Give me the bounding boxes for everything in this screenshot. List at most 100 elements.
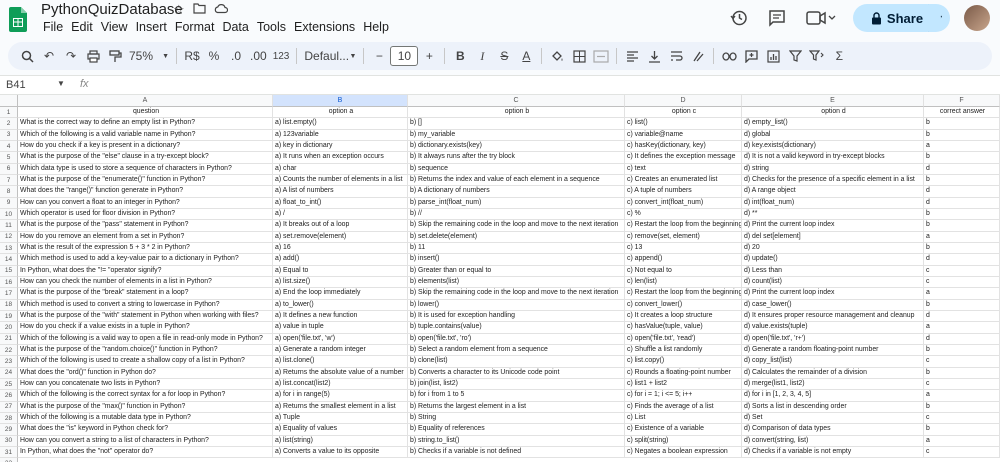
cell-d14[interactable]: c) append() bbox=[625, 254, 742, 266]
row-header-11[interactable]: 11 bbox=[0, 220, 18, 232]
cell-f13[interactable]: b bbox=[924, 242, 1000, 255]
cell-f29[interactable]: b bbox=[924, 424, 1000, 436]
row-header-5[interactable]: 5 bbox=[0, 152, 18, 164]
cell-b18[interactable]: a) to_lower() bbox=[273, 299, 408, 311]
cell-e30[interactable]: d) convert(string, list) bbox=[742, 435, 924, 447]
redo-icon[interactable]: ↷ bbox=[60, 44, 82, 68]
menu-insert[interactable]: Insert bbox=[132, 20, 171, 34]
header-cell-d[interactable]: option c bbox=[625, 107, 742, 119]
cell-f2[interactable]: b bbox=[924, 118, 1000, 130]
cell-e23[interactable]: d) copy_list(list) bbox=[742, 356, 924, 368]
cell-c12[interactable]: b) set.delete(element) bbox=[408, 231, 625, 243]
cell-d18[interactable]: c) convert_lower() bbox=[625, 299, 742, 311]
row-header-26[interactable]: 26 bbox=[0, 390, 18, 402]
filter-views-icon[interactable] bbox=[806, 44, 828, 68]
cell-e19[interactable]: d) It ensures proper resource management… bbox=[742, 310, 924, 323]
cell-d9[interactable]: c) convert_int(float_num) bbox=[625, 197, 742, 209]
cell-d3[interactable]: c) variable@name bbox=[625, 129, 742, 141]
cell-d30[interactable]: c) split(string) bbox=[625, 435, 742, 447]
cell-b5[interactable]: a) It runs when an exception occurs bbox=[273, 152, 408, 164]
cell-a19[interactable]: What is the purpose of the "with" statem… bbox=[18, 310, 273, 323]
decrease-decimal-button[interactable]: .0 bbox=[225, 44, 247, 68]
cell-e6[interactable]: d) string bbox=[742, 163, 924, 175]
cloud-saved-icon[interactable] bbox=[214, 2, 228, 18]
cell-f3[interactable]: b bbox=[924, 129, 1000, 141]
header-cell-a[interactable]: question bbox=[18, 107, 273, 119]
cell-e20[interactable]: d) value.exists(tuple) bbox=[742, 322, 924, 334]
cell-f6[interactable]: d bbox=[924, 163, 1000, 175]
italic-button[interactable]: I bbox=[471, 44, 493, 68]
cell-d13[interactable]: c) 13 bbox=[625, 242, 742, 255]
search-menus-icon[interactable] bbox=[16, 44, 38, 68]
document-title[interactable]: PythonQuizDatabase bbox=[41, 1, 183, 18]
cell-e18[interactable]: d) case_lower() bbox=[742, 299, 924, 311]
cell-e17[interactable]: d) Print the current loop index bbox=[742, 288, 924, 300]
horizontal-align-icon[interactable] bbox=[621, 44, 643, 68]
font-size-decrease-button[interactable]: − bbox=[368, 44, 390, 68]
cell-f4[interactable]: a bbox=[924, 140, 1000, 153]
cell-e13[interactable]: d) 20 bbox=[742, 242, 924, 255]
row-header-4[interactable]: 4 bbox=[0, 140, 18, 153]
row-header-8[interactable]: 8 bbox=[0, 186, 18, 198]
row-header-14[interactable]: 14 bbox=[0, 254, 18, 266]
cell-a17[interactable]: What is the purpose of the "break" state… bbox=[18, 288, 273, 300]
cell-f28[interactable]: c bbox=[924, 412, 1000, 425]
cell-b3[interactable]: a) 123variable bbox=[273, 129, 408, 141]
cell-a18[interactable]: Which method is used to convert a string… bbox=[18, 299, 273, 311]
cell-b30[interactable]: a) list(string) bbox=[273, 435, 408, 447]
cell-d6[interactable]: c) text bbox=[625, 163, 742, 175]
menu-edit[interactable]: Edit bbox=[67, 20, 97, 34]
cell-e31[interactable]: d) Checks if a variable is not empty bbox=[742, 446, 924, 459]
cell-b4[interactable]: a) key in dictionary bbox=[273, 140, 408, 153]
cell-a27[interactable]: What is the purpose of the "max()" funct… bbox=[18, 401, 273, 413]
cell-f19[interactable]: d bbox=[924, 310, 1000, 323]
cell-b22[interactable]: a) Generate a random integer bbox=[273, 344, 408, 357]
cell-d23[interactable]: c) list.copy() bbox=[625, 356, 742, 368]
cell-c20[interactable]: b) tuple.contains(value) bbox=[408, 322, 625, 334]
header-cell-b[interactable]: option a bbox=[273, 107, 408, 119]
zoom-select[interactable]: 75% ▼ bbox=[126, 44, 172, 68]
row-header-19[interactable]: 19 bbox=[0, 310, 18, 323]
cell-a7[interactable]: What is the purpose of the "enumerate()"… bbox=[18, 174, 273, 187]
cell-f9[interactable]: d bbox=[924, 197, 1000, 209]
cell-e11[interactable]: d) Print the current loop index bbox=[742, 220, 924, 232]
cell-f27[interactable]: b bbox=[924, 401, 1000, 413]
cell-b6[interactable]: a) char bbox=[273, 163, 408, 175]
cell-b11[interactable]: a) It breaks out of a loop bbox=[273, 220, 408, 232]
cell-b14[interactable]: a) add() bbox=[273, 254, 408, 266]
menu-extensions[interactable]: Extensions bbox=[290, 20, 359, 34]
row-header-2[interactable]: 2 bbox=[0, 118, 18, 130]
spreadsheet-grid[interactable]: A B C D E F 1 question option a option b option co… bbox=[0, 95, 1000, 462]
cell-d12[interactable]: c) remove(set, element) bbox=[625, 231, 742, 243]
header-cell-e[interactable]: option d bbox=[742, 107, 924, 119]
cell-b23[interactable]: a) list.clone() bbox=[273, 356, 408, 368]
cell-b25[interactable]: a) list.concat(list2) bbox=[273, 378, 408, 391]
cell-f18[interactable]: b bbox=[924, 299, 1000, 311]
cell-a2[interactable]: What is the correct way to define an emp… bbox=[18, 118, 273, 130]
borders-icon[interactable] bbox=[568, 44, 590, 68]
font-size-input[interactable]: 10 bbox=[390, 46, 419, 66]
cell-e24[interactable]: d) Calculates the remainder of a divisio… bbox=[742, 367, 924, 379]
cell-e4[interactable]: d) key.exists(dictionary) bbox=[742, 140, 924, 153]
cell-a21[interactable]: Which of the following is a valid way to… bbox=[18, 333, 273, 345]
cell-d17[interactable]: c) Restart the loop from the beginning bbox=[625, 288, 742, 300]
fill-color-icon[interactable] bbox=[546, 44, 568, 68]
row-header-18[interactable]: 18 bbox=[0, 299, 18, 311]
cell-f15[interactable]: c bbox=[924, 265, 1000, 277]
menu-tools[interactable]: Tools bbox=[253, 20, 290, 34]
cell-e22[interactable]: d) Generate a random floating-point numb… bbox=[742, 344, 924, 357]
move-folder-icon[interactable] bbox=[193, 2, 206, 18]
menu-file[interactable]: File bbox=[39, 20, 67, 34]
cell-e7[interactable]: d) Checks for the presence of a specific… bbox=[742, 174, 924, 187]
column-header-a[interactable]: A bbox=[18, 95, 273, 107]
functions-icon[interactable]: Σ bbox=[828, 44, 850, 68]
version-history-icon[interactable] bbox=[727, 6, 751, 30]
share-button[interactable]: Share bbox=[853, 4, 941, 32]
cell-b27[interactable]: a) Returns the smallest element in a lis… bbox=[273, 401, 408, 413]
insert-chart-icon[interactable] bbox=[762, 44, 784, 68]
cell-f17[interactable]: a bbox=[924, 288, 1000, 300]
row-header-1[interactable]: 1 bbox=[0, 107, 18, 119]
cell-b9[interactable]: a) float_to_int() bbox=[273, 197, 408, 209]
cell-c16[interactable]: b) elements(list) bbox=[408, 276, 625, 289]
number-format-button[interactable]: 123 bbox=[270, 44, 293, 68]
